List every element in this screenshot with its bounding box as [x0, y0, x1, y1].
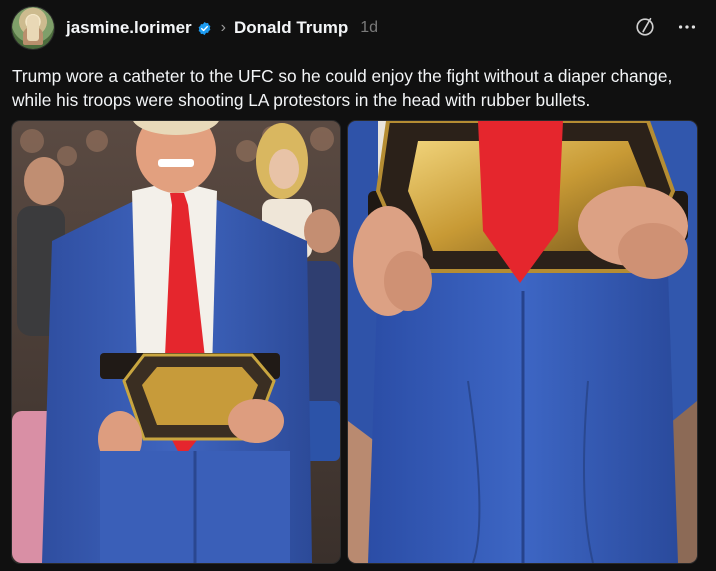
more-horizontal-icon[interactable]: [676, 16, 698, 38]
author-username[interactable]: jasmine.lorimer: [66, 18, 192, 38]
verified-badge-icon: [198, 21, 211, 35]
post-timestamp[interactable]: 1d: [360, 19, 378, 37]
post-header: jasmine.lorimer › Donald Trump 1d: [66, 16, 378, 40]
circle-slash-icon[interactable]: [634, 16, 656, 38]
author-avatar[interactable]: [12, 7, 54, 49]
photo-illustration: [348, 121, 697, 563]
photo-illustration: [12, 121, 340, 563]
post-image-1[interactable]: [12, 121, 340, 563]
post-image-2[interactable]: [348, 121, 697, 563]
community-link[interactable]: Donald Trump: [234, 18, 348, 38]
chevron-right-icon: ›: [220, 19, 226, 36]
post-body-text: Trump wore a catheter to the UFC so he c…: [12, 66, 673, 110]
thread-post: jasmine.lorimer › Donald Trump 1d Trump …: [0, 0, 716, 571]
